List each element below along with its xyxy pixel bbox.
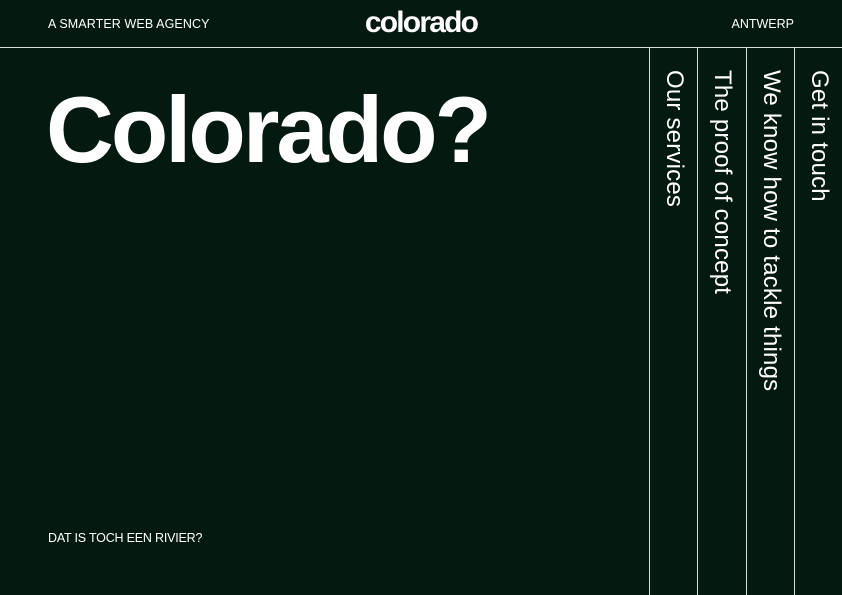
nav-panel-proof-of-concept[interactable]: The proof of concept <box>697 48 745 595</box>
city-label: ANTWERP <box>731 17 795 31</box>
nav-label-proof-of-concept: The proof of concept <box>709 70 736 295</box>
nav-label-tackle-things: We know how to tackle things <box>758 70 785 392</box>
site-header: A SMARTER WEB AGENCY colorado ANTWERP <box>0 0 842 48</box>
hero-subtitle: DAT IS TOCH EEN RIVIER? <box>48 531 203 545</box>
colorado-logo[interactable]: colorado <box>0 6 842 40</box>
nav-panel-tackle-things[interactable]: We know how to tackle things <box>746 48 794 595</box>
nav-label-our-services: Our services <box>661 70 688 208</box>
nav-panel-our-services[interactable]: Our services <box>649 48 697 595</box>
nav-panel-get-in-touch[interactable]: Get in touch <box>794 48 842 595</box>
nav-label-get-in-touch: Get in touch <box>806 70 833 202</box>
page: A SMARTER WEB AGENCY colorado ANTWERP Co… <box>0 0 842 595</box>
hero-title: Colorado? <box>46 77 492 182</box>
